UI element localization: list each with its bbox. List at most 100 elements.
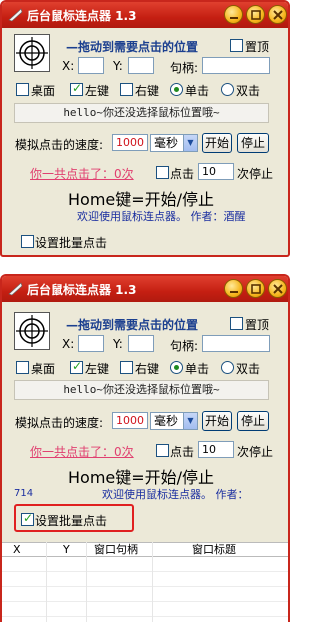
handle-label: 句柄: [170,61,199,75]
x-field[interactable] [78,57,104,74]
batch-click-label: 设置批量点击 [35,236,108,250]
start-button[interactable]: 开始 [202,411,232,431]
crosshair-icon [16,37,48,69]
batch-click-label: 设置批量点击 [35,514,108,528]
close-icon [273,284,283,294]
desktop-checkbox[interactable] [16,83,29,96]
click-counter[interactable]: 你一共点击了：0次 [30,443,134,460]
batch-table-header: X Y 窗口句柄 窗口标题 [2,542,288,557]
drag-hint: —拖动到需要点击的位置 [66,40,199,54]
single-click-radio[interactable] [170,361,183,374]
crosshair-target[interactable] [14,312,50,350]
hotkey-text: Home键=开始/停止 [68,468,215,487]
speed-input[interactable]: 1000 [112,412,148,429]
crosshair-target[interactable] [14,34,50,72]
welcome-text: 欢迎使用鼠标连点器。 作者： [102,488,249,501]
left-button-label: 左键 [85,362,110,376]
single-click-radio[interactable] [170,83,183,96]
batch-table-body[interactable] [2,557,288,622]
left-button-label: 左键 [85,84,110,98]
minimize-button[interactable] [224,5,243,24]
single-click-label: 单击 [185,362,210,376]
app-logo-icon [8,8,23,22]
double-click-label: 双击 [236,84,261,98]
window-title: 后台鼠标连点器 1.3 [27,283,137,297]
stop-button[interactable]: 停止 [237,133,269,153]
welcome-text: 欢迎使用鼠标连点器。 作者：酒醒 [77,210,246,223]
limit-stop-label: 次停止 [237,445,274,459]
maximize-button[interactable] [246,5,265,24]
limit-clicks-checkbox[interactable] [156,444,169,457]
app-logo-icon [8,282,23,296]
maximize-button[interactable] [246,279,265,298]
close-button[interactable] [268,279,287,298]
limit-stop-label: 次停止 [237,167,274,181]
column-divider [152,542,153,622]
col-header-x: X [13,543,21,556]
limit-clicks-checkbox[interactable] [156,166,169,179]
batch-click-checkbox[interactable] [21,235,34,248]
col-header-title: 窗口标题 [192,543,236,556]
col-header-y: Y [63,543,70,556]
right-button-label: 右键 [135,362,160,376]
x-label: X: [62,337,75,351]
chevron-down-icon: ▼ [183,135,197,151]
app-window-collapsed: 后台鼠标连点器 1.3 —拖动到需要点击的位置 置顶 X: Y: 句柄: 桌面 … [0,0,290,257]
right-button-checkbox[interactable] [120,83,133,96]
title-bar[interactable]: 后台鼠标连点器 1.3 [2,276,288,302]
speed-unit-value: 毫秒 [154,136,179,150]
hotkey-text: Home键=开始/停止 [68,190,215,209]
x-label: X: [62,59,75,73]
maximize-icon [251,284,261,294]
double-click-radio[interactable] [221,83,234,96]
col-header-handle: 窗口句柄 [94,543,138,556]
pin-checkbox[interactable] [230,39,243,52]
title-bar[interactable]: 后台鼠标连点器 1.3 [2,2,288,28]
status-hint: hello~你还没选择鼠标位置哦~ [14,103,269,123]
speed-label: 模拟点击的速度: [15,138,104,152]
close-icon [273,10,283,20]
speed-unit-value: 毫秒 [154,414,179,428]
minimize-icon [230,17,238,19]
click-counter[interactable]: 你一共点击了：0次 [30,165,134,182]
app-window-expanded: 后台鼠标连点器 1.3 —拖动到需要点击的位置 置顶 X: Y: 句柄: 桌面 … [0,274,290,622]
column-divider [86,542,87,622]
handle-field[interactable] [202,335,270,352]
desktop-label: 桌面 [31,362,56,376]
y-field[interactable] [128,57,154,74]
start-button[interactable]: 开始 [202,133,232,153]
maximize-icon [251,10,261,20]
handle-field[interactable] [202,57,270,74]
limit-clicks-label: 点击 [170,445,195,459]
pin-checkbox[interactable] [230,317,243,330]
single-click-label: 单击 [185,84,210,98]
speed-unit-select[interactable]: 毫秒 ▼ [150,134,198,152]
left-button-checkbox[interactable] [70,81,83,96]
crosshair-icon [16,315,48,347]
y-field[interactable] [128,335,154,352]
desktop-checkbox[interactable] [16,361,29,374]
drag-hint: —拖动到需要点击的位置 [66,318,199,332]
y-label: Y: [113,337,123,351]
x-field[interactable] [78,335,104,352]
status-hint: hello~你还没选择鼠标位置哦~ [14,380,269,400]
minimize-icon [230,291,238,293]
speed-unit-select[interactable]: 毫秒 ▼ [150,412,198,430]
stop-button[interactable]: 停止 [237,411,269,431]
click-limit-input[interactable]: 10 [198,163,234,180]
limit-clicks-label: 点击 [170,167,195,181]
speed-input[interactable]: 1000 [112,134,148,151]
minimize-button[interactable] [224,279,243,298]
speed-label: 模拟点击的速度: [15,416,104,430]
column-divider [46,542,47,622]
right-button-label: 右键 [135,84,160,98]
y-label: Y: [113,59,123,73]
right-button-checkbox[interactable] [120,361,133,374]
close-button[interactable] [268,5,287,24]
double-click-radio[interactable] [221,361,234,374]
pin-label: 置顶 [245,318,270,332]
status-number: 714 [14,488,34,499]
batch-click-checkbox[interactable] [21,511,34,526]
click-limit-input[interactable]: 10 [198,441,234,458]
left-button-checkbox[interactable] [70,359,83,374]
